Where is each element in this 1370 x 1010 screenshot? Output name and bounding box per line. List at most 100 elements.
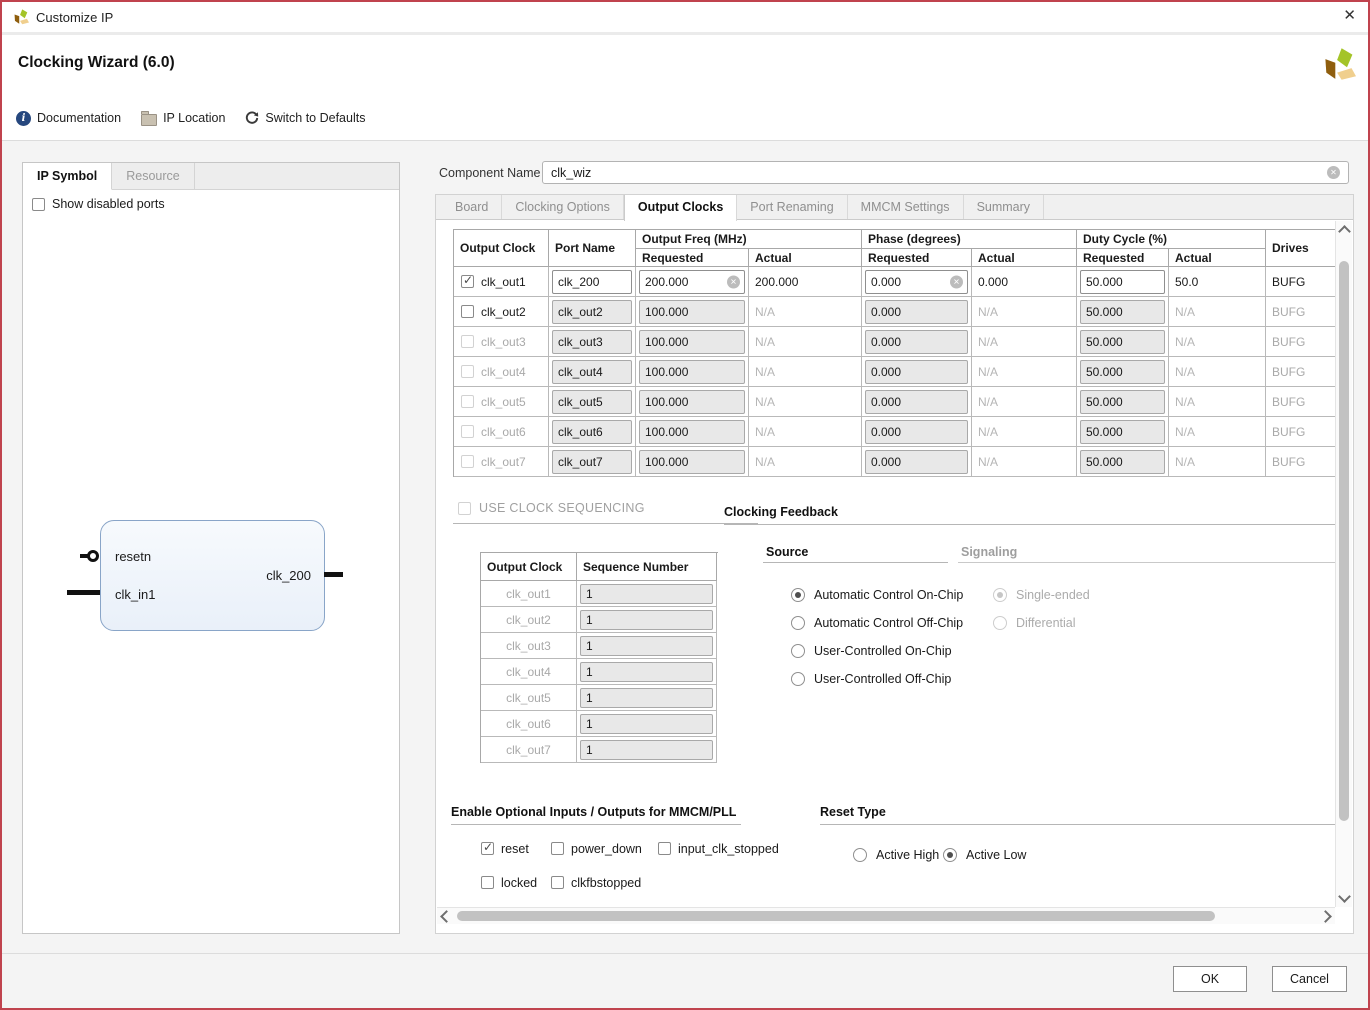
locked-checkbox-item[interactable]: locked	[481, 875, 537, 890]
scroll-left-icon[interactable]	[440, 910, 453, 923]
clear-icon[interactable]: ✕	[727, 275, 740, 288]
clear-icon[interactable]: ✕	[1327, 166, 1340, 179]
divider	[453, 523, 758, 524]
phase-actual-value: N/A	[972, 297, 1077, 327]
radio-icon[interactable]	[791, 588, 805, 602]
ok-button[interactable]: OK	[1173, 966, 1247, 992]
tab-board[interactable]: Board	[442, 195, 502, 219]
footer-divider	[2, 953, 1368, 954]
tab-output-clocks[interactable]: Output Clocks	[624, 195, 737, 221]
phase-requested-input: 0.000	[865, 390, 968, 414]
clear-icon[interactable]: ✕	[950, 275, 963, 288]
sequence-row: clk_out61	[481, 711, 718, 737]
radio-automatic-control-on-chip[interactable]: Automatic Control On-Chip	[791, 587, 963, 603]
radio-active-low[interactable]: Active Low	[943, 847, 1026, 863]
scroll-down-icon[interactable]	[1338, 890, 1351, 903]
horizontal-scrollbar[interactable]	[437, 907, 1335, 924]
drives-value: BUFG	[1266, 387, 1337, 417]
duty-requested-input[interactable]: 50.000	[1080, 270, 1165, 294]
freq-requested-input[interactable]: 200.000✕	[639, 270, 745, 294]
power-down-checkbox[interactable]	[551, 842, 564, 855]
title-bar: Customize IP ✕	[2, 2, 1368, 35]
sequence-row: clk_out11	[481, 581, 718, 607]
table-row: clk_out7 clk_out7 100.000 N/A 0.000 N/A …	[454, 447, 1338, 477]
freq-actual-value: N/A	[749, 297, 862, 327]
divider	[958, 562, 1335, 563]
radio-automatic-control-off-chip[interactable]: Automatic Control Off-Chip	[791, 615, 963, 631]
locked-checkbox[interactable]	[481, 876, 494, 889]
header-duty-cycle: Duty Cycle (%)	[1077, 230, 1266, 249]
clk-out2-checkbox[interactable]	[461, 305, 474, 318]
component-name-value: clk_wiz	[551, 166, 591, 180]
switch-to-defaults-button[interactable]: Switch to Defaults	[245, 111, 365, 125]
radio-active-high[interactable]: Active High	[853, 847, 939, 863]
documentation-button[interactable]: i Documentation	[16, 111, 121, 126]
power-down-checkbox-item[interactable]: power_down	[551, 841, 642, 856]
freq-actual-value: N/A	[749, 327, 862, 357]
header-phase-requested: Requested	[862, 249, 972, 267]
clk-out1-checkbox[interactable]	[461, 275, 474, 288]
scroll-up-icon[interactable]	[1338, 225, 1351, 238]
drives-value: BUFG	[1266, 417, 1337, 447]
freq-actual-value: N/A	[749, 387, 862, 417]
show-disabled-ports-checkbox[interactable]	[32, 198, 45, 211]
clkfbstopped-checkbox-item[interactable]: clkfbstopped	[551, 875, 641, 890]
radio-icon[interactable]	[791, 616, 805, 630]
reset-checkbox-item[interactable]: reset	[481, 841, 529, 856]
tab-port-renaming[interactable]: Port Renaming	[737, 195, 847, 219]
header-freq-actual: Actual	[749, 249, 862, 267]
phase-actual-value: 0.000	[972, 267, 1077, 297]
use-clock-sequencing-checkbox	[458, 502, 471, 515]
clkfbstopped-checkbox[interactable]	[551, 876, 564, 889]
close-icon[interactable]: ✕	[1343, 8, 1356, 24]
switch-to-defaults-label: Switch to Defaults	[265, 111, 365, 125]
cancel-button[interactable]: Cancel	[1272, 966, 1347, 992]
duty-actual-value: N/A	[1169, 357, 1266, 387]
table-row: clk_out5 clk_out5 100.000 N/A 0.000 N/A …	[454, 387, 1338, 417]
divider	[763, 562, 948, 563]
show-disabled-ports[interactable]: Show disabled ports	[32, 197, 165, 211]
phase-requested-input[interactable]: 0.000✕	[865, 270, 968, 294]
sequence-number-input: 1	[580, 688, 713, 708]
drives-value[interactable]: BUFG	[1266, 267, 1337, 297]
clk-out4-checkbox	[461, 365, 474, 378]
radio-icon[interactable]	[791, 644, 805, 658]
page-title: Clocking Wizard (6.0)	[18, 54, 175, 72]
horizontal-scrollbar-thumb[interactable]	[457, 911, 1215, 921]
tab-resource[interactable]: Resource	[112, 163, 195, 189]
freq-actual-value: N/A	[749, 447, 862, 477]
phase-requested-input: 0.000	[865, 450, 968, 474]
freq-requested-input: 100.000	[639, 420, 745, 444]
header-duty-requested: Requested	[1077, 249, 1169, 267]
tab-mmcm-settings[interactable]: MMCM Settings	[848, 195, 964, 219]
scroll-right-icon[interactable]	[1319, 910, 1332, 923]
input-clk-stopped-checkbox-item[interactable]: input_clk_stopped	[658, 841, 779, 856]
clk-200-pin	[324, 572, 343, 577]
input-clk-stopped-checkbox[interactable]	[658, 842, 671, 855]
port-name-input: clk_out5	[552, 390, 632, 414]
radio-user-controlled-off-chip[interactable]: User-Controlled Off-Chip	[791, 671, 951, 687]
documentation-label: Documentation	[37, 111, 121, 125]
row-label: clk_out1	[481, 275, 526, 289]
header-output-clock: Output Clock	[481, 553, 577, 581]
port-name-input[interactable]: clk_200	[552, 270, 632, 294]
sequence-number-input: 1	[580, 636, 713, 656]
radio-icon[interactable]	[853, 848, 867, 862]
row-label: clk_out5	[481, 395, 526, 409]
vertical-scrollbar[interactable]	[1335, 221, 1352, 907]
component-name-label: Component Name	[439, 166, 540, 180]
table-row: clk_out1 clk_200 200.000✕ 200.000 0.000✕…	[454, 267, 1338, 297]
radio-user-controlled-on-chip[interactable]: User-Controlled On-Chip	[791, 643, 952, 659]
vertical-scrollbar-thumb[interactable]	[1339, 261, 1349, 821]
tab-ip-symbol[interactable]: IP Symbol	[23, 163, 112, 190]
tab-summary[interactable]: Summary	[964, 195, 1044, 219]
radio-icon[interactable]	[791, 672, 805, 686]
radio-icon[interactable]	[943, 848, 957, 862]
header-drives: Drives	[1266, 230, 1337, 267]
ip-location-button[interactable]: IP Location	[141, 111, 225, 126]
phase-requested-input: 0.000	[865, 420, 968, 444]
reset-checkbox[interactable]	[481, 842, 494, 855]
sequence-number-input: 1	[580, 740, 713, 760]
tab-clocking-options[interactable]: Clocking Options	[502, 195, 624, 219]
component-name-input[interactable]: clk_wiz ✕	[542, 161, 1349, 184]
